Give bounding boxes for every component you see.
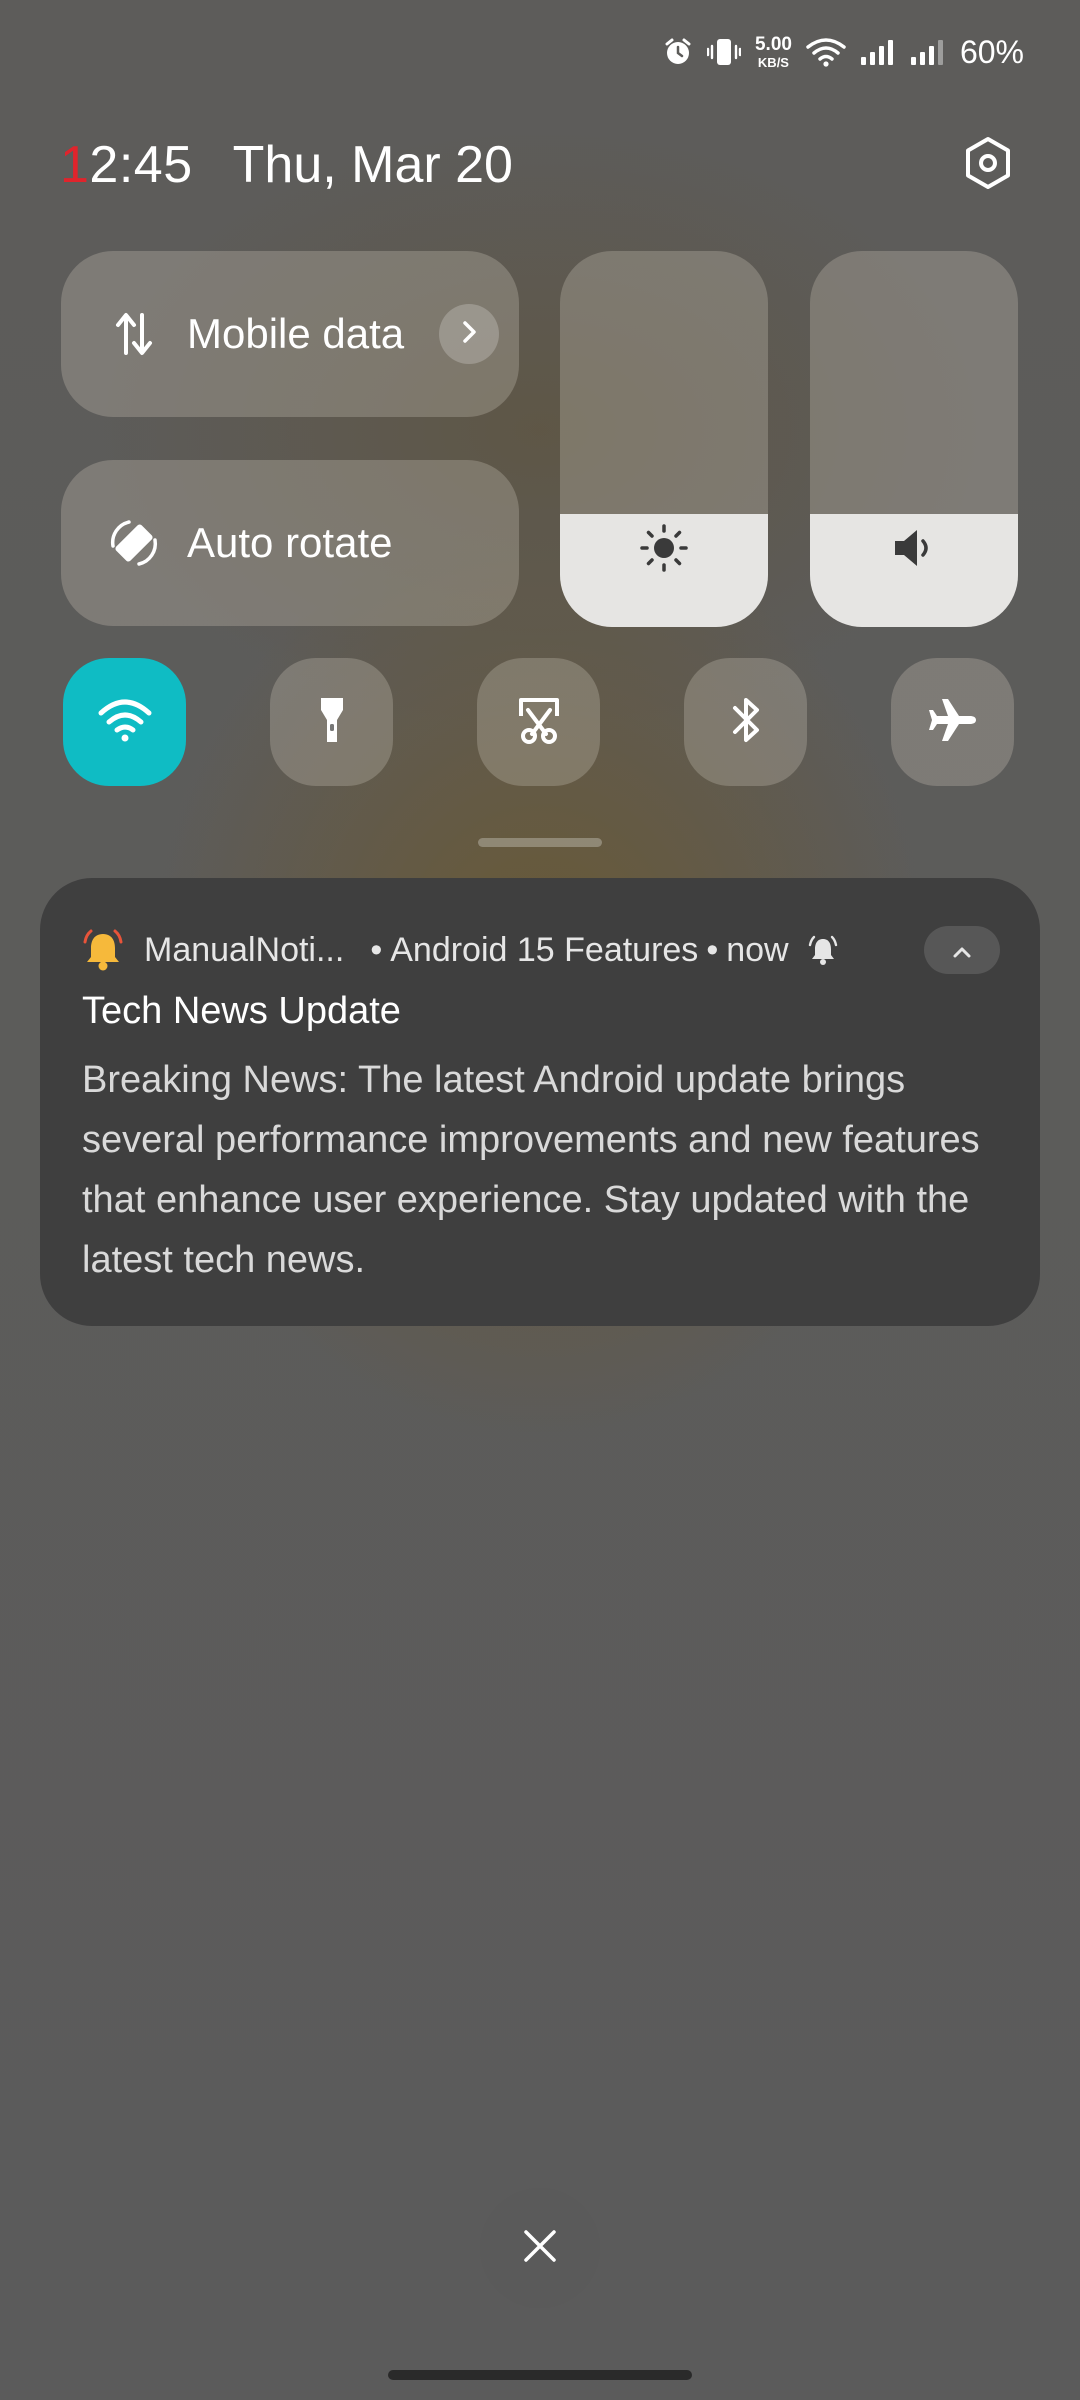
auto-rotate-icon: [99, 508, 169, 578]
auto-rotate-tile[interactable]: Auto rotate: [61, 460, 519, 626]
settings-button[interactable]: [956, 133, 1020, 197]
alert-bell-icon: [807, 934, 839, 966]
panel-header: 12:45 Thu, Mar 20: [60, 130, 1020, 200]
chevron-right-icon: [458, 319, 480, 350]
wifi-icon: [98, 697, 152, 748]
status-bar: 5.00 KB/S 60%: [663, 0, 1080, 104]
wifi-toggle[interactable]: [63, 658, 186, 786]
notification-title: Tech News Update: [82, 990, 401, 1032]
mobile-data-label: Mobile data: [187, 310, 405, 357]
brightness-slider[interactable]: [560, 251, 768, 627]
battery-percent: 60%: [959, 33, 1024, 70]
net-speed: 5.00 KB/S: [755, 35, 792, 69]
notification-expand-button[interactable]: [924, 926, 1000, 974]
clock[interactable]: 12:45: [60, 135, 193, 195]
gesture-navigation-bar[interactable]: [388, 2370, 692, 2380]
notification-app-name: ManualNoti...: [144, 930, 345, 969]
close-icon: [520, 2226, 560, 2271]
separator-dot: •: [370, 930, 383, 969]
notification-body: Breaking News: The latest Android update…: [82, 1059, 980, 1281]
mobile-data-details-button[interactable]: [439, 304, 499, 364]
net-speed-unit: KB/S: [757, 55, 789, 70]
panel-drag-handle[interactable]: [478, 838, 602, 847]
auto-rotate-label: Auto rotate: [187, 519, 393, 566]
notification-time: now: [726, 930, 789, 969]
screenshot-toggle[interactable]: [477, 658, 600, 786]
clock-rest: 2:45: [89, 136, 193, 194]
flashlight-icon: [315, 694, 349, 751]
separator-dot: •: [706, 930, 719, 969]
notification-channel: Android 15 Features: [390, 930, 699, 969]
bell-ringing-icon: [82, 928, 124, 972]
chevron-up-icon: [950, 931, 974, 970]
clear-all-button[interactable]: [480, 2188, 600, 2308]
flashlight-toggle[interactable]: [270, 658, 393, 786]
wifi-icon: [806, 37, 846, 67]
clock-first-digit: 1: [60, 136, 90, 194]
data-transfer-icon: [99, 299, 169, 369]
signal-icon: [860, 38, 896, 66]
airplane-mode-toggle[interactable]: [891, 658, 1014, 786]
notification-card[interactable]: ManualNoti... • Android 15 Features • no…: [40, 878, 1040, 1326]
airplane-icon: [926, 693, 980, 752]
bluetooth-icon: [729, 694, 763, 751]
signal-icon: [910, 38, 946, 66]
volume-slider[interactable]: [810, 251, 1018, 627]
notification-header: ManualNoti... • Android 15 Features • no…: [82, 922, 1000, 978]
mobile-data-tile[interactable]: Mobile data: [61, 251, 519, 417]
alarm-icon: [663, 37, 693, 67]
net-speed-value: 5.00: [754, 34, 792, 55]
bluetooth-toggle[interactable]: [684, 658, 807, 786]
quick-toggle-row: [63, 658, 1014, 786]
date[interactable]: Thu, Mar 20: [233, 135, 513, 195]
vibrate-icon: [706, 37, 741, 67]
settings-icon: [963, 136, 1013, 195]
volume-icon: [810, 523, 1018, 573]
screenshot-scissors-icon: [513, 694, 565, 751]
brightness-icon: [560, 523, 768, 573]
